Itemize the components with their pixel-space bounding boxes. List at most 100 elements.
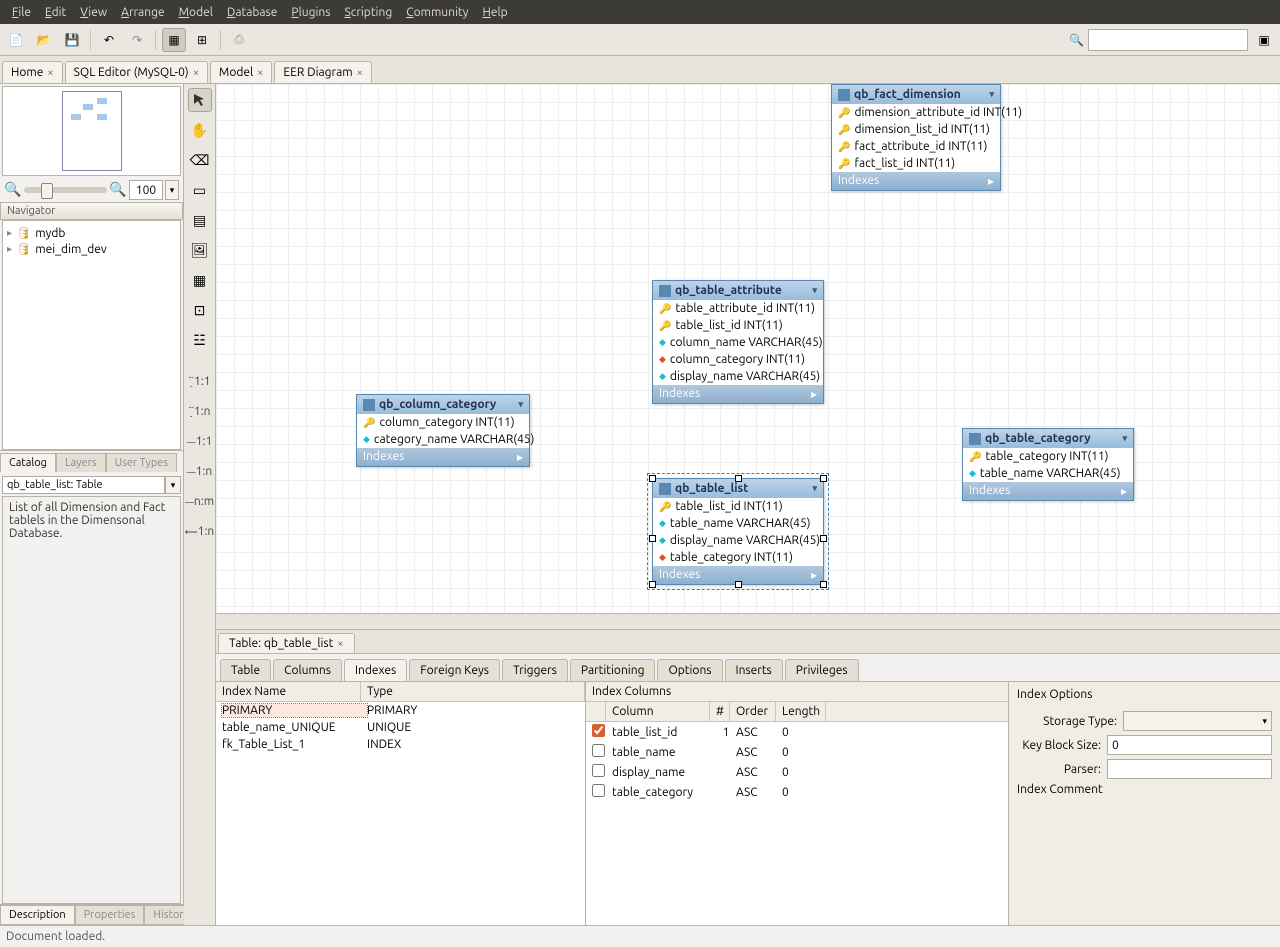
eer-canvas[interactable]: qb_fact_dimension▾ 🔑dimension_attribute_…: [216, 84, 1280, 613]
er-table-column-category[interactable]: qb_column_category▾ 🔑column_category INT…: [356, 394, 530, 467]
index-list[interactable]: Index NameType PRIMARYPRIMARY table_name…: [216, 682, 586, 925]
subtab-table[interactable]: Table: [220, 659, 271, 681]
subtab-partitioning[interactable]: Partitioning: [570, 659, 656, 681]
close-icon[interactable]: ×: [47, 67, 53, 79]
new-file-icon[interactable]: 📄: [4, 28, 28, 52]
tab-description[interactable]: Description: [0, 905, 75, 925]
menu-plugins[interactable]: Plugins: [285, 4, 336, 21]
subtab-foreign-keys[interactable]: Foreign Keys: [409, 659, 500, 681]
tab-properties[interactable]: Properties: [75, 905, 145, 925]
rel-1-1-nonid-icon[interactable]: ---1:1: [188, 370, 212, 394]
col-checkbox[interactable]: [592, 724, 605, 737]
open-file-icon[interactable]: 📂: [32, 28, 56, 52]
zoom-in-icon[interactable]: 🔍: [109, 181, 127, 199]
menu-community[interactable]: Community: [400, 4, 474, 21]
col-checkbox[interactable]: [592, 744, 605, 757]
zoom-dropdown-icon[interactable]: ▾: [165, 180, 179, 200]
undo-icon[interactable]: ↶: [97, 28, 121, 52]
horizontal-scrollbar[interactable]: [216, 613, 1280, 629]
print-icon[interactable]: ⎙: [227, 28, 251, 52]
subtab-triggers[interactable]: Triggers: [502, 659, 568, 681]
tab-catalog[interactable]: Catalog: [0, 453, 56, 472]
menu-edit[interactable]: Edit: [39, 4, 72, 21]
layer-tool-icon[interactable]: ▭: [188, 178, 212, 202]
close-icon[interactable]: ×: [337, 638, 343, 650]
grid-toggle-icon[interactable]: ▦: [162, 28, 186, 52]
rel-1-n-nonid-icon[interactable]: ---1:n: [188, 400, 212, 424]
index-col-row[interactable]: table_list_id1ASC0: [586, 722, 1008, 742]
menu-view[interactable]: View: [74, 4, 113, 21]
redo-icon[interactable]: ↷: [125, 28, 149, 52]
chevron-down-icon[interactable]: ▾: [518, 399, 523, 410]
tab-home[interactable]: Home×: [2, 61, 63, 83]
rel-1-1-id-icon[interactable]: —1:1: [188, 430, 212, 454]
menu-scripting[interactable]: Scripting: [338, 4, 398, 21]
db-item-mydb[interactable]: ▸🛢mydb: [7, 225, 176, 241]
view-tool-icon[interactable]: ⊡: [188, 298, 212, 322]
zoom-slider[interactable]: [24, 187, 107, 193]
index-col-row[interactable]: display_nameASC0: [586, 762, 1008, 782]
image-tool-icon[interactable]: 🖼: [188, 238, 212, 262]
navigator-minimap[interactable]: [2, 86, 181, 176]
zoom-out-icon[interactable]: 🔍: [4, 181, 22, 199]
table-tool-icon[interactable]: ▦: [188, 268, 212, 292]
tab-sql-editor[interactable]: SQL Editor (MySQL-0)×: [65, 61, 208, 83]
eraser-tool-icon[interactable]: ⌫: [188, 148, 212, 172]
er-table-attribute[interactable]: qb_table_attribute▾ 🔑table_attribute_id …: [652, 280, 824, 404]
close-icon[interactable]: ×: [257, 67, 263, 79]
tab-eer-diagram[interactable]: EER Diagram×: [274, 61, 371, 83]
tab-user-types[interactable]: User Types: [106, 453, 178, 472]
align-icon[interactable]: ⊞: [190, 28, 214, 52]
col-checkbox[interactable]: [592, 784, 605, 797]
search-input[interactable]: [1088, 29, 1248, 51]
subtab-columns[interactable]: Columns: [273, 659, 342, 681]
chevron-down-icon[interactable]: ▾: [812, 483, 817, 494]
subtab-inserts[interactable]: Inserts: [725, 659, 783, 681]
er-table-fact-dimension[interactable]: qb_fact_dimension▾ 🔑dimension_attribute_…: [831, 84, 1001, 191]
property-selector[interactable]: qb_table_list: Table▾: [2, 476, 181, 494]
index-col-row[interactable]: table_categoryASC0: [586, 782, 1008, 802]
chevron-down-icon[interactable]: ▾: [1122, 433, 1127, 444]
save-icon[interactable]: 💾: [60, 28, 84, 52]
storage-type-select[interactable]: ▾: [1123, 711, 1272, 731]
er-table-category[interactable]: qb_table_category▾ 🔑table_category INT(1…: [962, 428, 1134, 501]
er-table-list[interactable]: qb_table_list▾ 🔑table_list_id INT(11) ◆t…: [652, 478, 824, 585]
index-col-row[interactable]: table_nameASC0: [586, 742, 1008, 762]
zoom-value[interactable]: [129, 180, 163, 200]
subtab-privileges[interactable]: Privileges: [785, 659, 859, 681]
index-row[interactable]: fk_Table_List_1INDEX: [216, 736, 585, 753]
rel-1-n-id-icon[interactable]: —1:n: [188, 460, 212, 484]
col-checkbox[interactable]: [592, 764, 605, 777]
menu-model[interactable]: Model: [173, 4, 219, 21]
catalog-tree[interactable]: ▸🛢mydb ▸🛢mei_dim_dev: [2, 220, 181, 450]
hand-tool-icon[interactable]: ✋: [188, 118, 212, 142]
search-close-icon[interactable]: ▣: [1252, 28, 1276, 52]
parser-input[interactable]: [1107, 759, 1272, 779]
tab-layers[interactable]: Layers: [56, 453, 106, 472]
pointer-tool-icon[interactable]: [188, 88, 212, 112]
index-row[interactable]: table_name_UNIQUEUNIQUE: [216, 719, 585, 736]
col-header: #: [710, 702, 730, 721]
description-text: List of all Dimension and Fact tablels i…: [2, 496, 181, 904]
menu-help[interactable]: Help: [476, 4, 513, 21]
pane-tab-table[interactable]: Table: qb_table_list×: [218, 633, 355, 653]
rel-1-n-existing-icon[interactable]: ⟵1:n: [188, 520, 212, 544]
menu-file[interactable]: File: [6, 4, 37, 21]
db-item-mei-dim-dev[interactable]: ▸🛢mei_dim_dev: [7, 241, 176, 257]
close-icon[interactable]: ×: [193, 67, 199, 79]
chevron-down-icon[interactable]: ▾: [812, 285, 817, 296]
note-tool-icon[interactable]: ▤: [188, 208, 212, 232]
routine-group-tool-icon[interactable]: ☳: [188, 328, 212, 352]
index-row[interactable]: PRIMARYPRIMARY: [216, 702, 585, 719]
chevron-down-icon[interactable]: ▾: [165, 476, 181, 494]
menu-database[interactable]: Database: [221, 4, 284, 21]
subtab-indexes[interactable]: Indexes: [344, 659, 407, 681]
menu-arrange[interactable]: Arrange: [115, 4, 170, 21]
key-block-size-input[interactable]: [1107, 735, 1272, 755]
subtab-options[interactable]: Options: [657, 659, 722, 681]
chevron-down-icon[interactable]: ▾: [989, 89, 994, 100]
close-icon[interactable]: ×: [357, 67, 363, 79]
rel-n-m-icon[interactable]: —n:m: [188, 490, 212, 514]
tab-model[interactable]: Model×: [210, 61, 272, 83]
table-icon: [659, 483, 671, 495]
